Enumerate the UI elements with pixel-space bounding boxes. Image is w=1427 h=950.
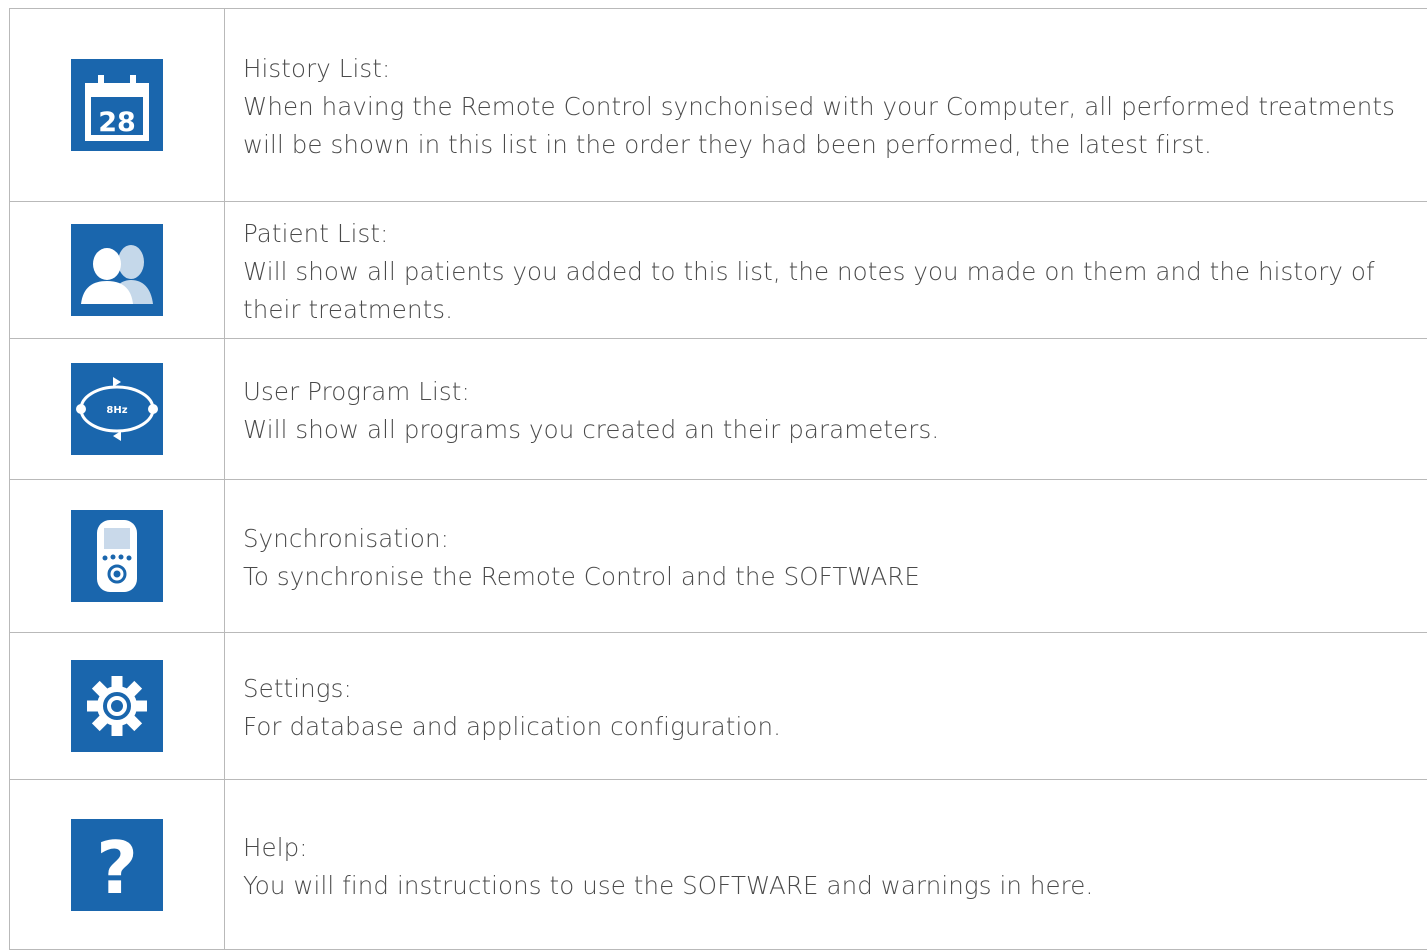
history-list-description: When having the Remote Control synchonis…: [243, 88, 1408, 164]
table-row: Settings: For database and application c…: [10, 633, 1427, 780]
text-cell: Settings: For database and application c…: [225, 633, 1427, 780]
history-list-title: History List:: [243, 50, 1408, 88]
page: 28 History List: When having the Remote …: [0, 0, 1427, 949]
remote-control-icon: [71, 510, 163, 602]
table-row: Synchronisation: To synchronise the Remo…: [10, 480, 1427, 633]
user-program-list-description: Will show all programs you created an th…: [243, 411, 1408, 449]
calendar-day-text: 28: [98, 107, 136, 138]
program-cycle-icon: 8Hz: [71, 363, 163, 455]
icon-cell: 8Hz: [10, 339, 225, 480]
table-row: 28 History List: When having the Remote …: [10, 9, 1427, 202]
icon-cell: ?: [10, 780, 225, 950]
table-row: 8Hz User Program List: Will show all pro…: [10, 339, 1427, 480]
feature-table: 28 History List: When having the Remote …: [9, 8, 1427, 950]
settings-title: Settings:: [243, 670, 1408, 708]
gear-icon: [71, 660, 163, 752]
text-cell: History List: When having the Remote Con…: [225, 9, 1427, 202]
question-mark-icon: ?: [71, 819, 163, 911]
icon-cell: [10, 202, 225, 339]
help-symbol-text: ?: [96, 826, 138, 910]
icon-cell: 28: [10, 9, 225, 202]
patient-list-description: Will show all patients you added to this…: [243, 253, 1408, 329]
icon-cell: [10, 633, 225, 780]
text-cell: Synchronisation: To synchronise the Remo…: [225, 480, 1427, 633]
patient-list-title: Patient List:: [243, 215, 1408, 253]
table-row: ? Help: You will find instructions to us…: [10, 780, 1427, 950]
text-cell: User Program List: Will show all program…: [225, 339, 1427, 480]
synchronisation-title: Synchronisation:: [243, 520, 1408, 558]
calendar-icon: 28: [71, 59, 163, 151]
program-frequency-text: 8Hz: [106, 405, 127, 416]
synchronisation-description: To synchronise the Remote Control and th…: [243, 558, 1408, 596]
settings-description: For database and application configurati…: [243, 708, 1408, 746]
text-cell: Patient List: Will show all patients you…: [225, 202, 1427, 339]
icon-cell: [10, 480, 225, 633]
user-program-list-title: User Program List:: [243, 373, 1408, 411]
patients-icon: [71, 224, 163, 316]
help-description: You will find instructions to use the SO…: [243, 867, 1408, 905]
text-cell: Help: You will find instructions to use …: [225, 780, 1427, 950]
table-row: Patient List: Will show all patients you…: [10, 202, 1427, 339]
help-title: Help:: [243, 829, 1408, 867]
